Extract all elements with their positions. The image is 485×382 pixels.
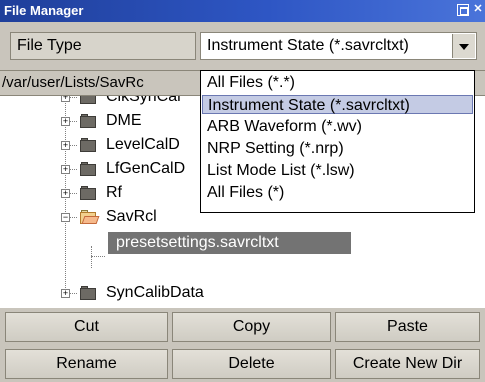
- chevron-down-icon[interactable]: [452, 34, 475, 58]
- tree-item-label: DME: [106, 112, 142, 129]
- window-title: File Manager: [4, 3, 84, 18]
- tree-item-label: LfGenCalD: [106, 160, 186, 177]
- file-type-dropdown-list[interactable]: All Files (*.*) Instrument State (*.savr…: [200, 70, 475, 213]
- folder-icon: [80, 186, 98, 200]
- action-buttons: Cut Copy Paste Rename Delete Create New …: [0, 308, 485, 382]
- folder-icon: [80, 138, 98, 152]
- paste-button[interactable]: Paste: [335, 312, 480, 342]
- selected-file-item[interactable]: presetsettings.savrcltxt: [108, 232, 351, 254]
- expand-icon[interactable]: +: [61, 96, 70, 102]
- dropdown-option[interactable]: List Mode List (*.lsw): [202, 161, 473, 180]
- file-type-label: File Type: [10, 32, 196, 60]
- create-new-dir-button[interactable]: Create New Dir: [335, 349, 480, 379]
- expand-icon[interactable]: +: [61, 189, 70, 198]
- copy-button[interactable]: Copy: [172, 312, 331, 342]
- dropdown-option[interactable]: All Files (*): [202, 183, 473, 202]
- folder-icon: [80, 96, 98, 104]
- cut-button[interactable]: Cut: [5, 312, 168, 342]
- expand-icon[interactable]: +: [61, 141, 70, 150]
- tree-item-label: SavRcl: [106, 208, 157, 225]
- restore-icon[interactable]: [457, 4, 469, 16]
- tree-item-label: Rf: [106, 184, 122, 201]
- expand-icon[interactable]: +: [61, 289, 70, 298]
- folder-icon: [80, 162, 98, 176]
- title-bar: File Manager ✕: [0, 0, 485, 22]
- tree-guide-line: [91, 246, 92, 268]
- dropdown-option[interactable]: ARB Waveform (*.wv): [202, 117, 473, 136]
- dropdown-option[interactable]: NRP Setting (*.nrp): [202, 139, 473, 158]
- close-icon[interactable]: ✕: [472, 4, 484, 16]
- tree-item-label: ClkSynCal: [106, 96, 181, 105]
- tree-item-label: SynCalibData: [106, 284, 204, 301]
- dropdown-option[interactable]: All Files (*.*): [202, 73, 473, 92]
- rename-button[interactable]: Rename: [5, 349, 168, 379]
- file-type-row: File Type Instrument State (*.savrcltxt): [0, 22, 485, 70]
- tree-guide-line: [91, 256, 105, 257]
- tree-item-label: LevelCalD: [106, 136, 180, 153]
- file-type-select[interactable]: Instrument State (*.savrcltxt): [200, 32, 477, 60]
- delete-button[interactable]: Delete: [172, 349, 331, 379]
- folder-icon: [80, 114, 98, 128]
- collapse-icon[interactable]: −: [61, 213, 70, 222]
- file-type-selected-value: Instrument State (*.savrcltxt): [207, 37, 409, 54]
- dropdown-option-selected[interactable]: Instrument State (*.savrcltxt): [202, 95, 473, 114]
- expand-icon[interactable]: +: [61, 165, 70, 174]
- expand-icon[interactable]: +: [61, 117, 70, 126]
- open-folder-icon: [80, 210, 100, 224]
- folder-icon: [80, 286, 98, 300]
